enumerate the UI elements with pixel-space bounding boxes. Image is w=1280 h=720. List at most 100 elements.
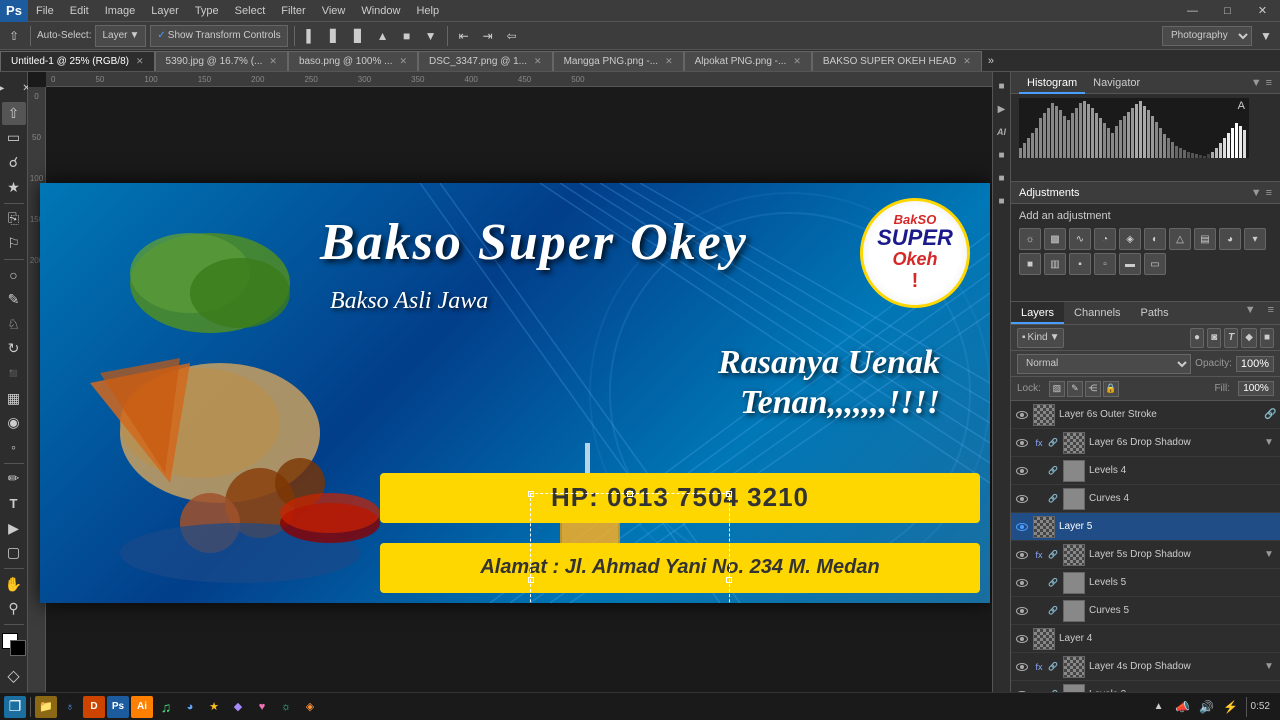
layer-item[interactable]: 🔗 Curves 5 xyxy=(1011,597,1280,625)
color-swatches[interactable] xyxy=(2,633,26,656)
blend-mode-select[interactable]: Normal xyxy=(1017,354,1191,374)
fill-value[interactable]: 100% xyxy=(1238,381,1274,396)
layer-visibility-toggle[interactable] xyxy=(1015,548,1029,562)
layer-item[interactable]: 🔗 Levels 4 xyxy=(1011,457,1280,485)
workspace-selector[interactable]: Photography xyxy=(1162,26,1252,46)
tab-untitled[interactable]: Untitled-1 @ 25% (RGB/8)✕ xyxy=(0,51,155,71)
taskbar-icon11[interactable]: ☼ xyxy=(275,696,297,718)
taskbar-icon12[interactable]: ◈ xyxy=(299,696,321,718)
menu-view[interactable]: View xyxy=(314,0,354,22)
distribute-right-icon[interactable]: ⇦ xyxy=(502,26,522,46)
maximize-button[interactable]: □ xyxy=(1210,0,1245,22)
filter-smart-icon[interactable]: ■ xyxy=(1260,328,1274,348)
layer-item[interactable]: 🔗 Levels 5 xyxy=(1011,569,1280,597)
layers-tab[interactable]: Layers xyxy=(1011,302,1064,324)
lock-transparency-icon[interactable]: ▨ xyxy=(1049,381,1065,397)
canvas-area[interactable]: 0 50 100 150 200 250 300 350 400 450 500… xyxy=(28,72,992,718)
invert-icon[interactable]: ▥ xyxy=(1044,253,1066,275)
menu-type[interactable]: Type xyxy=(187,0,227,22)
strip-icon-6[interactable]: ■ xyxy=(994,191,1010,211)
clone-stamp-tool[interactable]: ♘ xyxy=(2,313,26,336)
layer-expand-icon[interactable]: ▼ xyxy=(1264,661,1276,672)
zoom-tool[interactable]: ⚲ xyxy=(2,598,26,621)
filter-shape-icon[interactable]: ◆ xyxy=(1241,328,1257,348)
dodge-tool[interactable]: ◦ xyxy=(2,436,26,459)
taskbar-icon6[interactable]: ♫ xyxy=(155,696,177,718)
move-tool[interactable]: ⇧ xyxy=(2,102,26,125)
lasso-tool[interactable]: ☌ xyxy=(2,151,26,174)
lock-all-icon[interactable]: 🔒 xyxy=(1103,381,1119,397)
tab-close-dsc[interactable]: ✕ xyxy=(534,56,542,67)
photo-filter-icon[interactable]: ◕ xyxy=(1219,228,1241,250)
eraser-tool[interactable]: ◾ xyxy=(2,362,26,385)
start-button[interactable]: ❐ xyxy=(4,696,26,718)
layer-item[interactable]: Layer 5 xyxy=(1011,513,1280,541)
kind-filter[interactable]: ▪ Kind ▼ xyxy=(1017,328,1064,348)
tab-5390[interactable]: 5390.jpg @ 16.7% (...✕ xyxy=(155,51,288,71)
layer-item[interactable]: Layer 4 xyxy=(1011,625,1280,653)
history-brush-tool[interactable]: ↻ xyxy=(2,338,26,361)
adj-collapse-icon[interactable]: ▼ xyxy=(1251,187,1262,199)
menu-edit[interactable]: Edit xyxy=(62,0,97,22)
taskbar-icon7[interactable]: ◕ xyxy=(179,696,201,718)
curves-icon[interactable]: ∿ xyxy=(1069,228,1091,250)
taskbar-folder-icon[interactable]: 📁 xyxy=(35,696,57,718)
tab-overflow-btn[interactable]: » xyxy=(982,51,1000,71)
taskbar-icon3[interactable]: D xyxy=(83,696,105,718)
tab-mangga[interactable]: Mangga PNG.png -...✕ xyxy=(553,51,684,71)
panel-toggle-icon[interactable]: ▶ xyxy=(0,76,13,100)
layer-visibility-toggle[interactable] xyxy=(1015,604,1029,618)
layer-expand-icon[interactable]: ▼ xyxy=(1264,549,1276,560)
filter-pixel-icon[interactable]: ● xyxy=(1190,328,1204,348)
layer-expand-icon[interactable]: ▼ xyxy=(1264,437,1276,448)
histogram-collapse-icon[interactable]: ▼ xyxy=(1251,77,1262,89)
layer-visibility-toggle[interactable] xyxy=(1015,436,1029,450)
auto-select-dropdown[interactable]: Layer ▼ xyxy=(95,25,146,47)
align-middle-icon[interactable]: ■ xyxy=(397,26,417,46)
threshold-icon[interactable]: ▫ xyxy=(1094,253,1116,275)
background-color[interactable] xyxy=(10,640,26,656)
shape-tool[interactable]: ▢ xyxy=(2,541,26,564)
menu-file[interactable]: File xyxy=(28,0,62,22)
taskbar-icon15[interactable]: 🔊 xyxy=(1196,696,1218,718)
align-right-icon[interactable]: ▊ xyxy=(349,26,369,46)
workspace-arrow-icon[interactable]: ▼ xyxy=(1256,26,1276,46)
tab-close-untitled[interactable]: ✕ xyxy=(136,56,144,67)
lock-paint-icon[interactable]: ✎ xyxy=(1067,381,1083,397)
tab-close-5390[interactable]: ✕ xyxy=(269,56,277,67)
tab-close-bakso-head[interactable]: ✕ xyxy=(963,56,971,67)
move-tool-icon[interactable]: ⇧ xyxy=(4,26,24,46)
selective-color-icon[interactable]: ▭ xyxy=(1144,253,1166,275)
tab-alpokat[interactable]: Alpokat PNG.png -...✕ xyxy=(684,51,812,71)
brightness-contrast-icon[interactable]: ☼ xyxy=(1019,228,1041,250)
posterize-icon[interactable]: ▪ xyxy=(1069,253,1091,275)
gradient-map-icon[interactable]: ▬ xyxy=(1119,253,1141,275)
taskbar-ps-icon[interactable]: Ps xyxy=(107,696,129,718)
tab-close-baso[interactable]: ✕ xyxy=(399,56,407,67)
tab-baso[interactable]: baso.png @ 100% ...✕ xyxy=(288,51,418,71)
photoshop-canvas[interactable]: Bakso Super Okey Bakso Asli Jawa Rasanya… xyxy=(40,183,990,603)
align-center-icon[interactable]: ▋ xyxy=(325,26,345,46)
show-transform-checkbox[interactable]: ✓ Show Transform Controls xyxy=(150,25,287,47)
layers-list[interactable]: Layer 6s Outer Stroke 🔗 fx 🔗 Layer 6s Dr… xyxy=(1011,401,1280,694)
layer-item[interactable]: 🔗 Curves 4 xyxy=(1011,485,1280,513)
layer-item[interactable]: fx 🔗 Layer 6s Drop Shadow ▼ xyxy=(1011,429,1280,457)
menu-help[interactable]: Help xyxy=(408,0,447,22)
taskbar-icon10[interactable]: ♥ xyxy=(251,696,273,718)
layer-item[interactable]: fx 🔗 Layer 5s Drop Shadow ▼ xyxy=(1011,541,1280,569)
tab-close-mangga[interactable]: ✕ xyxy=(665,56,673,67)
crop-tool[interactable]: ⎘ xyxy=(2,207,26,230)
levels-icon[interactable]: ▩ xyxy=(1044,228,1066,250)
close-button[interactable]: ✕ xyxy=(1245,0,1280,22)
taskbar-icon14[interactable]: 📣 xyxy=(1172,696,1194,718)
layers-menu-icon[interactable]: ≡ xyxy=(1262,302,1280,324)
layer-visibility-toggle[interactable] xyxy=(1015,464,1029,478)
filter-adj-icon[interactable]: ◙ xyxy=(1207,328,1221,348)
strip-icon-2[interactable]: ▶ xyxy=(994,99,1010,119)
align-left-icon[interactable]: ▌ xyxy=(301,26,321,46)
blur-tool[interactable]: ◉ xyxy=(2,411,26,434)
menu-select[interactable]: Select xyxy=(227,0,274,22)
quick-mask-icon[interactable]: ◇ xyxy=(2,664,26,688)
pen-tool[interactable]: ✏ xyxy=(2,468,26,491)
tab-bakso-head[interactable]: BAKSO SUPER OKEH HEAD✕ xyxy=(812,51,982,71)
